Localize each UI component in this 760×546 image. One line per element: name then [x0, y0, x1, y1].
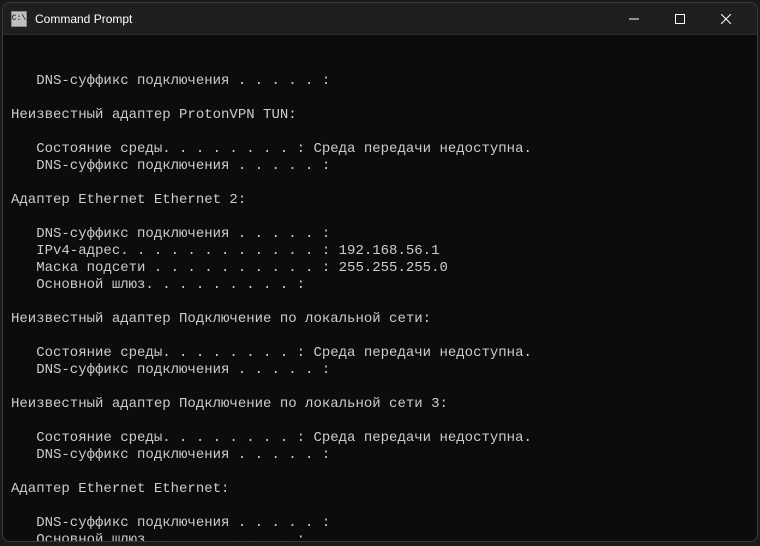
maximize-button[interactable] [657, 3, 703, 35]
terminal-line: Маска подсети . . . . . . . . . . : 255.… [11, 260, 749, 277]
terminal-line: Адаптер Ethernet Ethernet 2: [11, 192, 749, 209]
minimize-button[interactable] [611, 3, 657, 35]
terminal-line [11, 379, 749, 396]
terminal-line [11, 413, 749, 430]
terminal-line: Основной шлюз. . . . . . . . . : [11, 532, 749, 541]
terminal-line [11, 328, 749, 345]
terminal-line [11, 294, 749, 311]
command-prompt-window: C:\ Command Prompt DNS-суффикс подключен… [2, 2, 758, 542]
terminal-line: Основной шлюз. . . . . . . . . : [11, 277, 749, 294]
window-controls [611, 3, 749, 35]
terminal-line: Состояние среды. . . . . . . . : Среда п… [11, 141, 749, 158]
close-button[interactable] [703, 3, 749, 35]
terminal-line [11, 124, 749, 141]
cmd-icon: C:\ [11, 11, 27, 27]
titlebar: C:\ Command Prompt [3, 3, 757, 35]
terminal-output[interactable]: DNS-суффикс подключения . . . . . : Неиз… [3, 35, 757, 541]
terminal-line: IPv4-адрес. . . . . . . . . . . . : 192.… [11, 243, 749, 260]
minimize-icon [629, 14, 639, 24]
maximize-icon [675, 14, 685, 24]
terminal-line: DNS-суффикс подключения . . . . . : [11, 362, 749, 379]
terminal-line: DNS-суффикс подключения . . . . . : [11, 447, 749, 464]
terminal-line: DNS-суффикс подключения . . . . . : [11, 158, 749, 175]
terminal-line [11, 175, 749, 192]
terminal-line: DNS-суффикс подключения . . . . . : [11, 226, 749, 243]
terminal-line: DNS-суффикс подключения . . . . . : [11, 73, 749, 90]
terminal-line: Неизвестный адаптер ProtonVPN TUN: [11, 107, 749, 124]
terminal-line [11, 464, 749, 481]
terminal-line: Состояние среды. . . . . . . . : Среда п… [11, 345, 749, 362]
terminal-line [11, 90, 749, 107]
close-icon [721, 14, 731, 24]
terminal-line: Адаптер Ethernet Ethernet: [11, 481, 749, 498]
terminal-line: DNS-суффикс подключения . . . . . : [11, 515, 749, 532]
terminal-line: Состояние среды. . . . . . . . : Среда п… [11, 430, 749, 447]
terminal-line [11, 498, 749, 515]
terminal-line: Неизвестный адаптер Подключение по локал… [11, 311, 749, 328]
window-title: Command Prompt [35, 12, 611, 26]
terminal-line [11, 209, 749, 226]
terminal-line: Неизвестный адаптер Подключение по локал… [11, 396, 749, 413]
